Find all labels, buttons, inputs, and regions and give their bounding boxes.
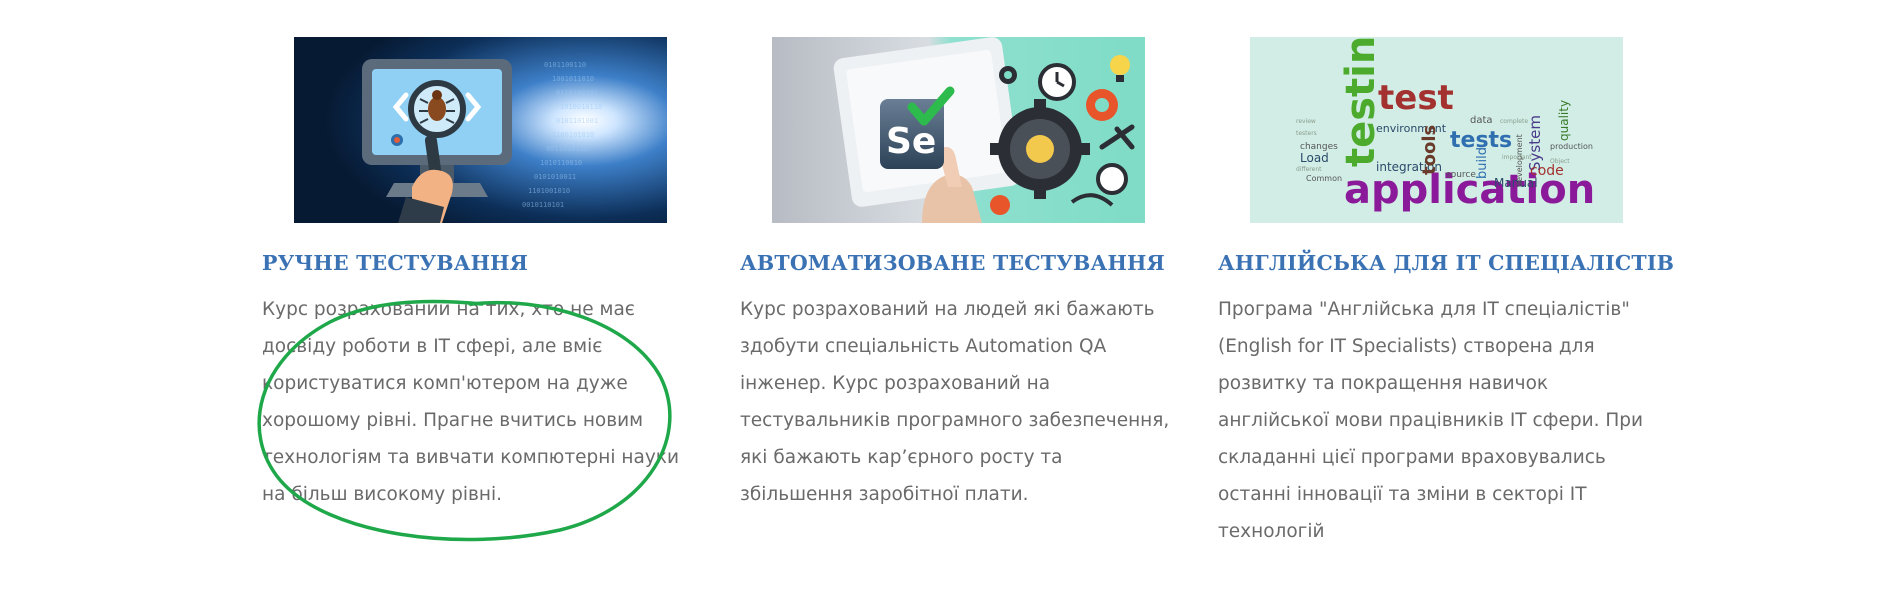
- course-title[interactable]: РУЧНЕ ТЕСТУВАННЯ: [262, 251, 692, 275]
- svg-text:1010110010: 1010110010: [540, 159, 582, 167]
- svg-text:different: different: [1296, 166, 1322, 173]
- word-common: Common: [1306, 174, 1342, 183]
- svg-text:0110100101: 0110100101: [556, 89, 598, 97]
- word-quality: quality: [1557, 100, 1571, 141]
- svg-text:0101101001: 0101101001: [556, 117, 598, 125]
- svg-text:Object: Object: [1550, 158, 1570, 165]
- svg-text:0010110101: 0010110101: [522, 201, 564, 209]
- course-title[interactable]: АНГЛІЙСЬКА ДЛЯ IT СПЕЦІАЛІСТІВ: [1218, 251, 1674, 275]
- automation-testing-image[interactable]: Se: [772, 37, 1145, 223]
- course-card-english-for-it: testing test tests application environme…: [1218, 37, 1674, 550]
- course-description: Курс розрахований на людей які бажають з…: [740, 299, 1170, 505]
- svg-text:1001011010: 1001011010: [552, 75, 594, 83]
- svg-text:review: review: [1296, 118, 1316, 125]
- word-test: test: [1378, 78, 1454, 118]
- english-for-it-image[interactable]: testing test tests application environme…: [1250, 37, 1623, 223]
- bug-magnifier-illustration: 0101100110 1001011010 0110100101 1010010…: [294, 37, 667, 223]
- svg-text:1101001010: 1101001010: [528, 187, 570, 195]
- selenium-gears-illustration: Se: [772, 37, 1145, 223]
- course-card-automation-testing: Se АВТОМАТИЗОВАНЕ ТЕСТУВАННЯ Курс розрах…: [740, 37, 1170, 513]
- course-description: Курс розрахований на тих, хто не має дос…: [262, 299, 679, 505]
- course-title[interactable]: АВТОМАТИЗОВАНЕ ТЕСТУВАННЯ: [740, 251, 1170, 275]
- word-data: data: [1470, 115, 1493, 126]
- svg-text:testers: testers: [1296, 130, 1317, 137]
- svg-text:1100101010: 1100101010: [552, 131, 594, 139]
- word-cloud-illustration: testing test tests application environme…: [1250, 37, 1623, 223]
- course-card-manual-testing: 0101100110 1001011010 0110100101 1010010…: [262, 37, 692, 513]
- svg-text:0101010011: 0101010011: [534, 173, 576, 181]
- word-build: build: [1475, 147, 1490, 179]
- svg-text:complete: complete: [1500, 118, 1528, 125]
- word-source: source: [1446, 170, 1476, 180]
- svg-text:1010010110: 1010010110: [560, 103, 602, 111]
- word-production: production: [1550, 142, 1593, 151]
- svg-text:important: important: [1502, 154, 1532, 161]
- course-description: Програма "Англійська для IT спеціалістів…: [1218, 299, 1644, 542]
- selenium-logo-text: Se: [886, 121, 936, 162]
- word-load: Load: [1300, 151, 1329, 165]
- word-tools: tools: [1419, 125, 1440, 175]
- word-changes: changes: [1300, 142, 1338, 152]
- manual-testing-image[interactable]: 0101100110 1001011010 0110100101 1010010…: [294, 37, 667, 223]
- svg-text:0011010110: 0011010110: [546, 145, 588, 153]
- svg-text:0101100110: 0101100110: [544, 61, 586, 69]
